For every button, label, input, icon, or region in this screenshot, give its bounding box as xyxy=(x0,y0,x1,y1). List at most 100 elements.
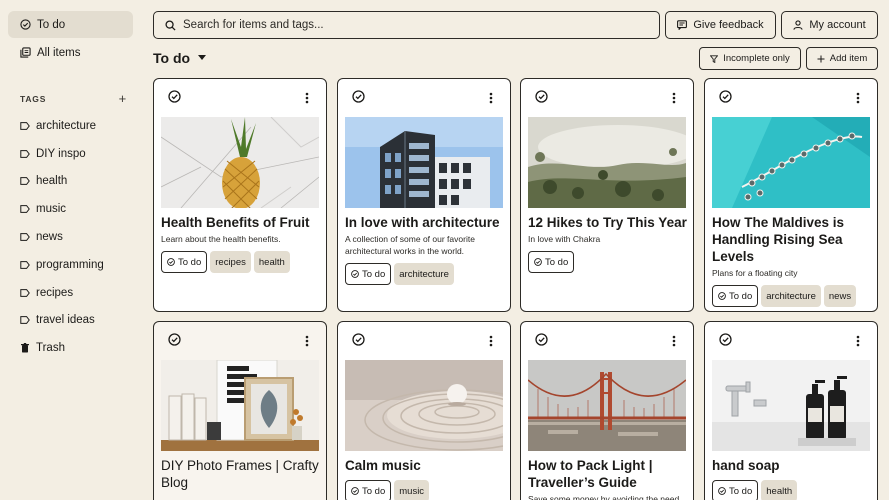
check-circle-icon xyxy=(535,90,548,103)
card-chips: To do recipes health xyxy=(161,251,321,273)
give-feedback-button[interactable]: Give feedback xyxy=(665,11,776,39)
card-title[interactable]: 12 Hikes to Try This Year xyxy=(528,214,688,231)
check-circle-icon xyxy=(167,258,175,266)
card-body: How The Maldives is Handling Rising Sea … xyxy=(712,214,872,307)
card-chips: To do xyxy=(528,251,688,273)
my-account-button[interactable]: My account xyxy=(781,11,878,39)
search-icon xyxy=(165,19,176,31)
status-chip[interactable]: To do xyxy=(345,480,392,500)
tag-icon xyxy=(20,204,30,214)
card-menu-button[interactable] xyxy=(672,91,676,104)
item-card[interactable]: 12 Hikes to Try This Year In love with Ch… xyxy=(520,78,694,312)
sidebar-item-tag[interactable]: programming xyxy=(0,251,141,279)
status-chip[interactable]: To do xyxy=(712,285,759,307)
status-chip[interactable]: To do xyxy=(528,251,575,273)
more-vertical-icon xyxy=(305,335,309,347)
card-title[interactable]: Health Benefits of Fruit xyxy=(161,214,321,231)
search-input[interactable]: Search for items and tags... xyxy=(153,11,660,39)
check-circle-icon xyxy=(719,90,732,103)
card-menu-button[interactable] xyxy=(856,91,860,104)
tag-icon xyxy=(20,288,30,298)
status-chip[interactable]: To do xyxy=(161,251,208,273)
sidebar-item-tag[interactable]: health xyxy=(0,168,141,196)
card-menu-button[interactable] xyxy=(305,334,309,347)
status-label: To do xyxy=(362,485,386,497)
tag-chip[interactable]: health xyxy=(253,251,290,273)
status-chip[interactable]: To do xyxy=(712,480,759,500)
card-title[interactable]: DIY Photo Frames | Crafty Blog xyxy=(161,457,321,491)
card-title[interactable]: How The Maldives is Handling Rising Sea … xyxy=(712,214,872,265)
check-circle-icon xyxy=(718,487,726,495)
card-body: DIY Photo Frames | Crafty Blog xyxy=(161,457,321,497)
card-body: In love with architecture A collection of… xyxy=(345,214,505,285)
view-selector[interactable]: To do xyxy=(153,50,207,66)
card-menu-button[interactable] xyxy=(489,334,493,347)
more-vertical-icon xyxy=(856,335,860,347)
incomplete-only-filter-button[interactable]: Incomplete only xyxy=(699,47,801,70)
card-menu-button[interactable] xyxy=(489,91,493,104)
card-title[interactable]: Calm music xyxy=(345,457,505,474)
check-circle-icon xyxy=(718,292,726,300)
card-image xyxy=(712,360,870,451)
card-chips: To do music xyxy=(345,480,505,500)
sidebar-item-tag[interactable]: recipes xyxy=(0,279,141,307)
status-label: To do xyxy=(545,256,569,268)
complete-toggle[interactable] xyxy=(719,333,732,346)
item-card[interactable]: DIY Photo Frames | Crafty Blog xyxy=(153,321,327,500)
item-card[interactable]: How to Pack Light | Traveller’s Guide Sav… xyxy=(520,321,694,500)
item-card[interactable]: Health Benefits of Fruit Learn about the … xyxy=(153,78,327,312)
card-title[interactable]: In love with architecture xyxy=(345,214,505,231)
sidebar-item-tag[interactable]: news xyxy=(0,223,141,251)
sidebar-item-label: Trash xyxy=(36,342,65,355)
card-body: 12 Hikes to Try This Year In love with Ch… xyxy=(528,214,688,273)
complete-toggle[interactable] xyxy=(352,90,365,103)
card-menu-button[interactable] xyxy=(856,334,860,347)
tag-chip[interactable]: music xyxy=(394,480,430,500)
complete-toggle[interactable] xyxy=(352,333,365,346)
complete-toggle[interactable] xyxy=(535,90,548,103)
card-chips: To do architecture news xyxy=(712,285,872,307)
card-description: Save some money by avoiding the need xyxy=(528,494,680,500)
item-card[interactable]: In love with architecture A collection of… xyxy=(337,78,511,312)
sidebar-item-tag[interactable]: DIY inspo xyxy=(0,140,141,168)
tag-list: architecture DIY inspo health music news prog… xyxy=(0,112,141,334)
sidebar-item-tag[interactable]: travel ideas xyxy=(0,307,141,335)
sidebar-item-label: health xyxy=(36,175,68,188)
card-body: How to Pack Light | Traveller’s Guide Sav… xyxy=(528,457,688,500)
check-circle-icon xyxy=(19,19,31,31)
nav-item-to-do[interactable]: To do xyxy=(8,11,133,38)
complete-toggle[interactable] xyxy=(168,333,181,346)
tag-icon xyxy=(20,176,30,186)
check-circle-icon xyxy=(352,333,365,346)
tag-icon xyxy=(20,232,30,242)
complete-toggle[interactable] xyxy=(168,90,181,103)
card-image xyxy=(712,117,870,208)
more-vertical-icon xyxy=(489,335,493,347)
tag-icon xyxy=(20,149,30,159)
card-title[interactable]: hand soap xyxy=(712,457,872,474)
sidebar-item-trash[interactable]: Trash xyxy=(0,334,141,362)
tag-chip[interactable]: news xyxy=(823,285,857,307)
complete-toggle[interactable] xyxy=(535,333,548,346)
item-card[interactable]: hand soap To do health xyxy=(704,321,878,500)
item-card[interactable]: Calm music To do music xyxy=(337,321,511,500)
card-menu-button[interactable] xyxy=(305,91,309,104)
add-item-button[interactable]: Add item xyxy=(806,47,878,70)
tag-chip[interactable]: architecture xyxy=(761,285,821,307)
nav-item-label: All items xyxy=(37,46,81,59)
status-chip[interactable]: To do xyxy=(345,263,392,285)
tag-chip[interactable]: health xyxy=(761,480,798,500)
card-menu-button[interactable] xyxy=(672,334,676,347)
card-image xyxy=(345,360,503,451)
complete-toggle[interactable] xyxy=(719,90,732,103)
sidebar-item-tag[interactable]: architecture xyxy=(0,112,141,140)
sidebar-item-tag[interactable]: music xyxy=(0,195,141,223)
check-circle-icon xyxy=(351,270,359,278)
item-card[interactable]: How The Maldives is Handling Rising Sea … xyxy=(704,78,878,312)
card-title[interactable]: How to Pack Light | Traveller’s Guide xyxy=(528,457,688,491)
nav-item-all-items[interactable]: All items xyxy=(8,39,133,66)
tag-chip[interactable]: recipes xyxy=(210,251,251,273)
add-tag-button[interactable]: + xyxy=(119,91,127,106)
sidebar-item-label: architecture xyxy=(36,119,97,132)
tag-chip[interactable]: architecture xyxy=(394,263,454,285)
